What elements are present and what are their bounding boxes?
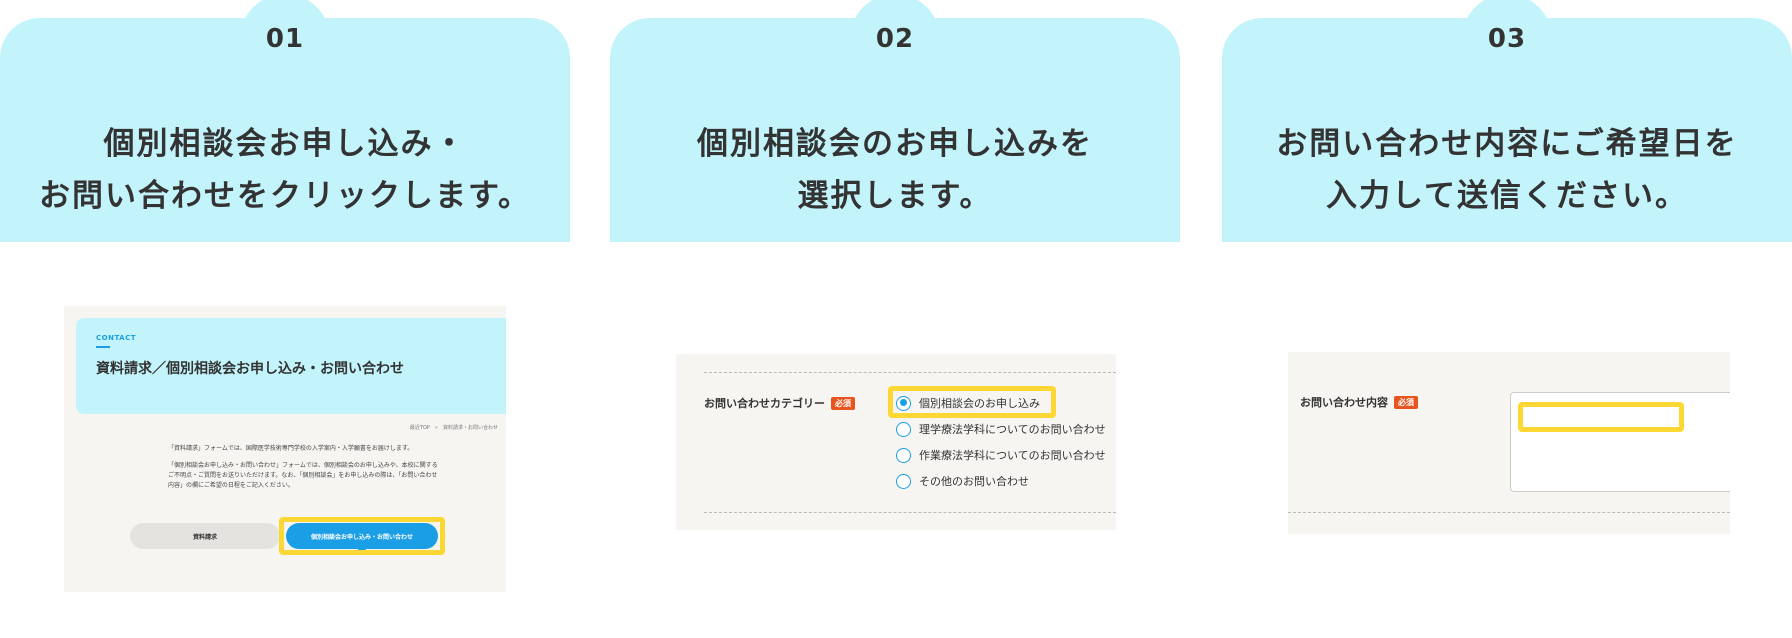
step-title: お問い合わせ内容にご希望日を 入力して送信ください。 bbox=[1222, 118, 1792, 222]
request-materials-button[interactable]: 資料請求 bbox=[130, 523, 280, 549]
radio-option-label: 理学療法学科についてのお問い合わせ bbox=[919, 423, 1106, 436]
intro-paragraph: 「資料請求」フォームでは、国際医学技術専門学校の入学案内・入学願書をお届けします… bbox=[168, 445, 414, 452]
contact-page-title: 資料請求／個別相談会お申し込み・お問い合わせ bbox=[96, 361, 404, 377]
inquiry-label-text: お問い合わせ内容 bbox=[1300, 396, 1388, 409]
category-field-label: お問い合わせカテゴリー 必須 bbox=[704, 395, 855, 411]
eyebrow-underline bbox=[96, 346, 110, 348]
step-number-badge: 02 bbox=[850, 0, 940, 84]
divider bbox=[704, 512, 1116, 513]
inquiry-field-label: お問い合わせ内容 必須 bbox=[1300, 394, 1418, 410]
radio-unchecked-icon[interactable] bbox=[896, 447, 911, 463]
contact-intro-text: 「資料請求」フォームでは、国際医学技術専門学校の入学案内・入学願書をお届けします… bbox=[168, 444, 438, 498]
radio-option-physical-therapy[interactable]: 理学療法学科についてのお問い合わせ bbox=[896, 416, 1106, 442]
contact-eyebrow: CONTACT bbox=[96, 334, 137, 342]
step-title-line: 選択します。 bbox=[797, 178, 993, 214]
intro-paragraph: 「個別相談会お申し込み・お問い合わせ」フォームでは、個別相談会のお申し込みや、本… bbox=[168, 462, 438, 489]
radio-unchecked-icon[interactable] bbox=[896, 473, 911, 489]
step-title-line: お問い合わせ内容にご希望日を bbox=[1276, 126, 1738, 162]
radio-option-label: 作業療法学科についてのお問い合わせ bbox=[919, 449, 1106, 462]
required-badge: 必須 bbox=[1394, 396, 1418, 409]
step-card-3: 03 お問い合わせ内容にご希望日を 入力して送信ください。 お問い合わせ内容 必須 bbox=[1222, 0, 1792, 638]
divider bbox=[704, 372, 1116, 373]
radio-option-label: その他のお問い合わせ bbox=[919, 475, 1029, 488]
radio-unchecked-icon[interactable] bbox=[896, 421, 911, 437]
divider bbox=[1288, 512, 1730, 513]
required-badge: 必須 bbox=[831, 397, 855, 410]
breadcrumb: 最近TOP » 資料請求・お問い合わせ bbox=[409, 425, 498, 431]
step-card-1: 01 個別相談会お申し込み・ お問い合わせをクリックします。 CONTACT 資… bbox=[0, 0, 570, 638]
step-title-line: 個別相談会のお申し込みを bbox=[697, 126, 1093, 162]
radio-option-occupational-therapy[interactable]: 作業療法学科についてのお問い合わせ bbox=[896, 442, 1106, 468]
highlight-frame bbox=[1518, 402, 1684, 432]
step-title: 個別相談会お申し込み・ お問い合わせをクリックします。 bbox=[0, 118, 570, 222]
step-number-badge: 01 bbox=[240, 0, 330, 84]
step-number-badge: 03 bbox=[1462, 0, 1552, 84]
step-title-line: お問い合わせをクリックします。 bbox=[39, 178, 531, 214]
screenshot-contact-page: CONTACT 資料請求／個別相談会お申し込み・お問い合わせ 最近TOP » 資… bbox=[64, 306, 506, 592]
screenshot-category-field: お問い合わせカテゴリー 必須 個別相談会のお申し込み 理学療法学科についてのお問い… bbox=[676, 354, 1116, 530]
highlight-frame bbox=[279, 517, 445, 555]
step-title: 個別相談会のお申し込みを 選択します。 bbox=[610, 118, 1180, 222]
step-title-line: 入力して送信ください。 bbox=[1325, 178, 1689, 214]
step-title-line: 個別相談会お申し込み・ bbox=[103, 126, 467, 162]
radio-option-other[interactable]: その他のお問い合わせ bbox=[896, 468, 1106, 494]
highlight-frame bbox=[888, 386, 1056, 418]
category-label-text: お問い合わせカテゴリー bbox=[704, 397, 825, 410]
step-card-2: 02 個別相談会のお申し込みを 選択します。 お問い合わせカテゴリー 必須 個別相… bbox=[610, 0, 1180, 638]
screenshot-inquiry-field: お問い合わせ内容 必須 bbox=[1288, 352, 1730, 534]
